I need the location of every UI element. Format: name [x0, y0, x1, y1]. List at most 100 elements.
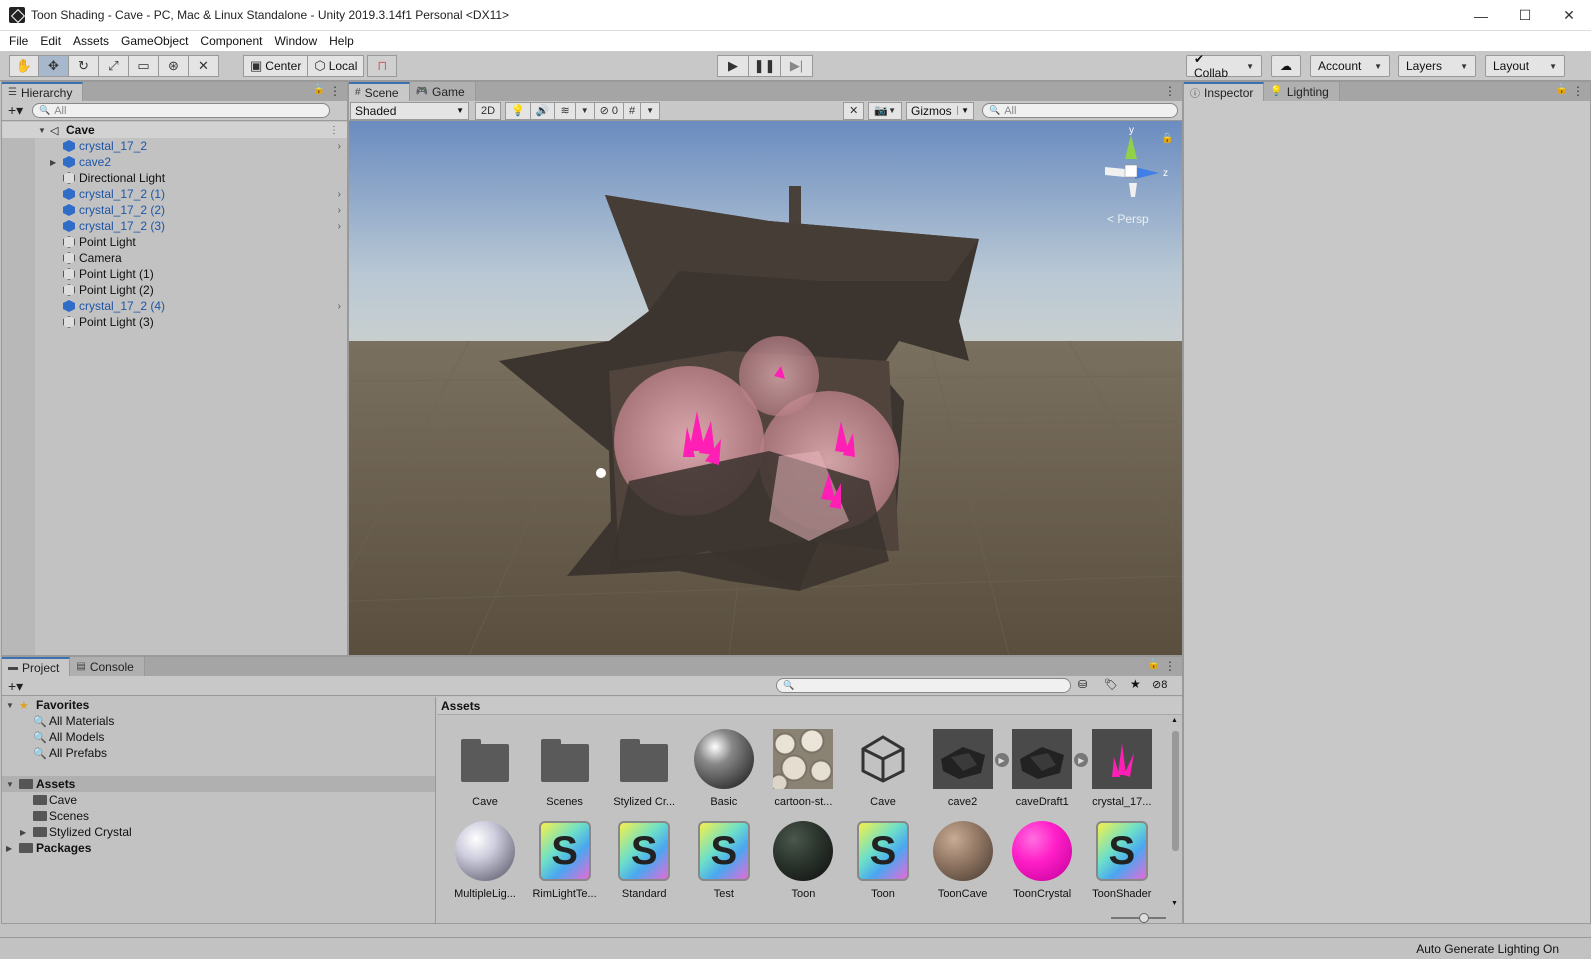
tab-scene[interactable]: # Scene — [349, 82, 410, 101]
filter-label-icon[interactable]: 🏷 — [1104, 678, 1118, 691]
open-prefab-chevron-icon[interactable]: › — [338, 205, 341, 216]
scroll-down-icon[interactable]: ▼ — [1171, 900, 1178, 907]
menu-window[interactable]: Window — [268, 34, 323, 48]
light-gizmo-icon[interactable] — [596, 468, 606, 478]
layers-dropdown[interactable]: Layers ▼ — [1398, 55, 1476, 77]
hierarchy-item[interactable]: crystal_17_2 (2) › — [2, 202, 347, 218]
transform-tool-icon[interactable]: ⊛ — [159, 55, 189, 77]
hierarchy-item[interactable]: Point Light (3) — [2, 314, 347, 330]
effects-toggle[interactable]: ≋ — [555, 101, 576, 120]
hierarchy-item[interactable]: crystal_17_2 (3) › — [2, 218, 347, 234]
hierarchy-item[interactable]: Point Light (2) — [2, 282, 347, 298]
tools-toggle[interactable]: ✕ — [843, 101, 865, 120]
asset-tile[interactable]: ▶ caveDraft1 — [996, 728, 1089, 814]
audio-toggle[interactable]: 🔊 — [530, 101, 556, 120]
minimize-button[interactable]: — — [1459, 0, 1503, 31]
scene-search-input[interactable]: 🔍 All — [982, 103, 1178, 118]
asset-tile[interactable]: S Test — [678, 820, 758, 906]
tab-project[interactable]: ▬ Project — [2, 657, 71, 676]
asset-tile[interactable]: cartoon-st... — [757, 728, 837, 814]
expand-arrow-icon[interactable]: ▼ — [38, 126, 46, 135]
expand-arrow-icon[interactable]: ▶ — [6, 844, 12, 853]
folder-item[interactable]: ▶ Stylized Crystal — [2, 824, 435, 840]
kebab-menu-icon[interactable]: ⋮ — [329, 125, 339, 136]
grid-dropdown[interactable]: ▼ — [641, 101, 661, 120]
hierarchy-item[interactable]: Camera — [2, 250, 347, 266]
status-text[interactable]: Auto Generate Lighting On — [1416, 942, 1559, 956]
kebab-menu-icon[interactable]: ⋮ — [329, 84, 341, 98]
gizmos-dropdown[interactable]: Gizmos ▼ — [906, 101, 974, 120]
expand-arrow-icon[interactable]: ▶ — [20, 828, 26, 837]
project-search-input[interactable]: 🔍 — [776, 678, 1071, 693]
favorites-row[interactable]: ▼ ★ Favorites — [2, 697, 435, 713]
asset-tile[interactable]: Scenes — [519, 728, 599, 814]
asset-grid-scrollbar[interactable]: ▲ ▼ — [1170, 717, 1180, 907]
asset-tile[interactable]: S ToonShader — [1076, 820, 1156, 906]
menu-gameobject[interactable]: GameObject — [115, 34, 194, 48]
tab-game[interactable]: 🎮 Game — [409, 82, 476, 101]
scroll-up-icon[interactable]: ▲ — [1171, 717, 1178, 724]
star-icon[interactable]: ★ — [1130, 677, 1141, 691]
effects-dropdown[interactable]: ▼ — [575, 101, 595, 120]
asset-tile[interactable]: Basic — [678, 728, 758, 814]
asset-tile[interactable]: Cave — [837, 728, 917, 814]
hierarchy-item[interactable]: Point Light — [2, 234, 347, 250]
filter-type-icon[interactable]: ⛁ — [1078, 678, 1087, 691]
expand-arrow-icon[interactable]: ▼ — [6, 701, 14, 710]
pivot-center-button[interactable]: ▣ Center — [243, 55, 309, 77]
favorite-item[interactable]: 🔍 All Materials — [2, 713, 435, 729]
packages-folder-row[interactable]: ▶ Packages — [2, 840, 435, 856]
scene-viewport[interactable]: y z < Persp 🔒 — [349, 121, 1182, 655]
hidden-packages-toggle[interactable]: ⊘8 — [1152, 678, 1167, 691]
close-button[interactable]: ✕ — [1547, 0, 1591, 31]
folder-item[interactable]: Scenes — [2, 808, 435, 824]
icon-size-slider[interactable] — [1111, 913, 1166, 923]
tab-hierarchy[interactable]: ☰ Hierarchy — [2, 82, 84, 101]
mode-2d-toggle[interactable]: 2D — [475, 101, 502, 120]
move-tool-icon[interactable]: ✥ — [39, 55, 69, 77]
snap-button[interactable]: ⊓ — [367, 55, 398, 77]
assets-folder-row[interactable]: ▼ Assets — [2, 776, 435, 792]
open-prefab-chevron-icon[interactable]: › — [338, 301, 341, 312]
rect-tool-icon[interactable]: ▭ — [129, 55, 159, 77]
account-dropdown[interactable]: Account ▼ — [1310, 55, 1390, 77]
asset-tile[interactable]: ▶ cave2 — [917, 728, 1009, 814]
menu-help[interactable]: Help — [323, 34, 360, 48]
hierarchy-item[interactable]: crystal_17_2 (1) › — [2, 186, 347, 202]
create-button[interactable]: +▾ — [2, 102, 32, 119]
lock-icon[interactable]: 🔒 — [1148, 659, 1160, 670]
menu-component[interactable]: Component — [194, 34, 268, 48]
pause-button[interactable]: ❚❚ — [749, 55, 781, 77]
asset-tile[interactable]: Toon — [757, 820, 837, 906]
create-button[interactable]: +▾ — [2, 678, 32, 695]
rotate-tool-icon[interactable]: ↻ — [69, 55, 99, 77]
scene-render[interactable]: y z < Persp 🔒 — [349, 121, 1182, 655]
kebab-menu-icon[interactable]: ⋮ — [1572, 84, 1584, 98]
maximize-button[interactable]: ☐ — [1503, 0, 1547, 31]
tab-console[interactable]: ▤ Console — [70, 657, 145, 676]
hierarchy-item[interactable]: Directional Light — [2, 170, 347, 186]
persp-label[interactable]: < Persp — [1107, 212, 1149, 226]
lock-icon[interactable]: 🔒 — [313, 84, 325, 95]
favorite-item[interactable]: 🔍 All Prefabs — [2, 745, 435, 761]
hidden-objects-toggle[interactable]: ⊘ 0 — [594, 101, 625, 120]
hand-tool-icon[interactable]: ✋ — [9, 55, 39, 77]
scene-row[interactable]: ▼ ◁ Cave ⋮ — [2, 122, 347, 138]
cloud-button[interactable]: ☁ — [1271, 55, 1301, 77]
slider-knob[interactable] — [1139, 913, 1149, 923]
camera-button[interactable]: 📷 ▼ — [868, 101, 902, 120]
layout-dropdown[interactable]: Layout ▼ — [1485, 55, 1565, 77]
kebab-menu-icon[interactable]: ⋮ — [1164, 84, 1176, 98]
asset-tile[interactable]: ToonCave — [917, 820, 997, 906]
lighting-toggle[interactable]: 💡 — [505, 101, 531, 120]
expand-arrow-icon[interactable]: ▶ — [50, 158, 56, 167]
collab-dropdown[interactable]: ✔ Collab ▼ — [1186, 52, 1262, 80]
scale-tool-icon[interactable]: ⤢ — [99, 55, 129, 77]
shading-mode-dropdown[interactable]: Shaded ▼ — [350, 101, 469, 120]
asset-tile[interactable]: Stylized Cr... — [598, 728, 678, 814]
hierarchy-item[interactable]: Point Light (1) — [2, 266, 347, 282]
favorite-item[interactable]: 🔍 All Models — [2, 729, 435, 745]
asset-tile[interactable]: crystal_17... — [1076, 728, 1156, 814]
step-button[interactable]: ▶| — [781, 55, 813, 77]
asset-tile[interactable]: S Toon — [837, 820, 917, 906]
